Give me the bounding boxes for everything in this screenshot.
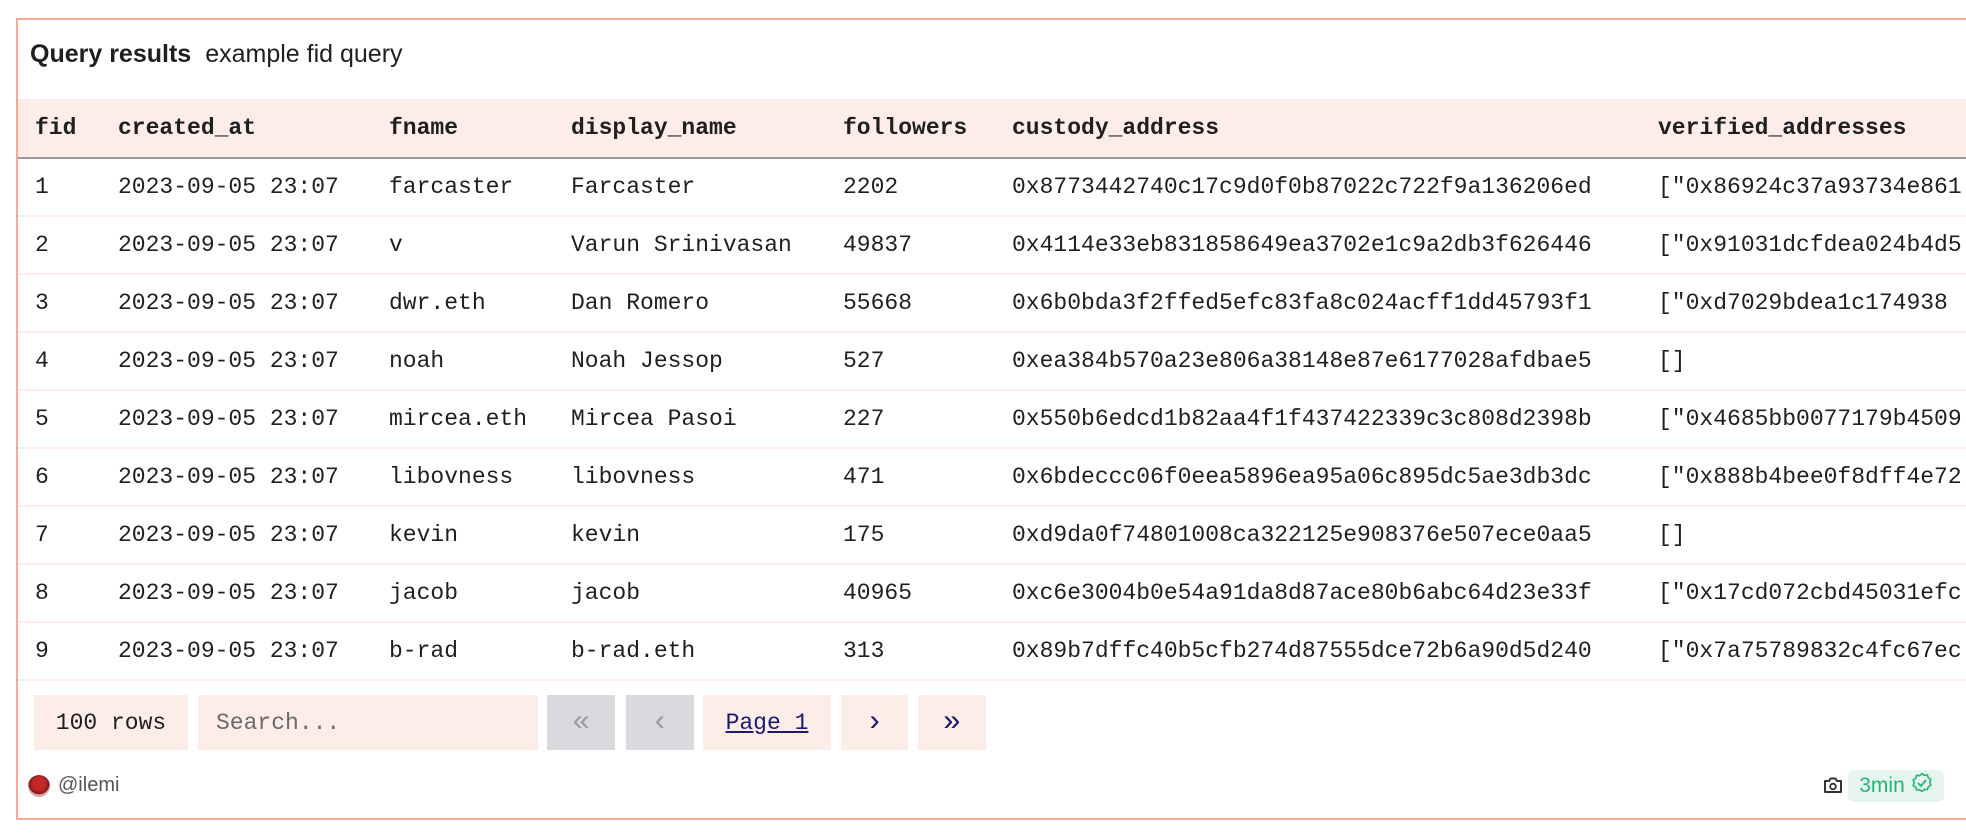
camera-icon[interactable]	[1823, 776, 1843, 799]
first-page-button[interactable]: «	[547, 695, 615, 750]
table-row: 8 2023-09-05 23:07 jacob jacob 40965 0xc6e300…	[18, 564, 1966, 622]
cell-fid: 4	[35, 348, 49, 374]
cell-verified-addresses: []	[1658, 522, 1686, 548]
author-link[interactable]: @ilemi	[28, 774, 119, 797]
cell-fname: mircea.eth	[389, 406, 528, 432]
cell-display-name: jacob	[571, 580, 641, 606]
cell-custody-address: 0x550b6edcd1b82aa4f1f437422339c3c808d239…	[1012, 406, 1592, 432]
cell-verified-addresses: ["0x888b4bee0f8dff4e72	[1658, 464, 1962, 490]
cell-verified-addresses: []	[1658, 348, 1686, 374]
cell-verified-addresses: ["0x17cd072cbd45031efc	[1658, 580, 1962, 606]
column-header-fname[interactable]: fname	[372, 99, 554, 158]
cell-custody-address: 0x6bdeccc06f0eea5896ea95a06c895dc5ae3db3…	[1012, 464, 1592, 490]
cell-followers: 49837	[843, 232, 913, 258]
cell-fid: 9	[35, 638, 49, 664]
cell-followers: 2202	[843, 174, 899, 200]
table-row: 3 2023-09-05 23:07 dwr.eth Dan Romero 55668 0…	[18, 274, 1966, 332]
cell-created-at: 2023-09-05 23:07	[118, 290, 339, 316]
cell-fname: noah	[389, 348, 445, 374]
cell-followers: 40965	[843, 580, 913, 606]
cell-followers: 313	[843, 638, 885, 664]
cell-custody-address: 0x6b0bda3f2ffed5efc83fa8c024acff1dd45793…	[1012, 290, 1592, 316]
panel-header: Query results example fid query	[30, 40, 403, 69]
cell-verified-addresses: ["0x91031dcfdea024b4d5	[1658, 232, 1962, 258]
cell-followers: 175	[843, 522, 885, 548]
table-row: 6 2023-09-05 23:07 libovness libovness 471 0x…	[18, 448, 1966, 506]
refresh-status-badge[interactable]: 3min	[1848, 770, 1944, 802]
cell-fid: 3	[35, 290, 49, 316]
cell-followers: 527	[843, 348, 885, 374]
cell-fid: 2	[35, 232, 49, 258]
cell-fid: 1	[35, 174, 49, 200]
table-row: 9 2023-09-05 23:07 b-rad b-rad.eth 313 0x89b7…	[18, 622, 1966, 680]
table-row: 1 2023-09-05 23:07 farcaster Farcaster 2202 0…	[18, 158, 1966, 216]
verified-check-icon	[1911, 772, 1933, 800]
cell-verified-addresses: ["0x7a75789832c4fc67ec	[1658, 638, 1962, 664]
cell-display-name: libovness	[571, 464, 696, 490]
cell-created-at: 2023-09-05 23:07	[118, 174, 339, 200]
query-name: example fid query	[205, 40, 403, 68]
table-row: 4 2023-09-05 23:07 noah Noah Jessop 527 0xea3…	[18, 332, 1966, 390]
query-results-panel: Query results example fid query fid create…	[16, 18, 1966, 820]
panel-title: Query results	[30, 40, 192, 68]
cell-created-at: 2023-09-05 23:07	[118, 348, 339, 374]
cell-followers: 55668	[843, 290, 913, 316]
cell-fname: kevin	[389, 522, 459, 548]
cell-created-at: 2023-09-05 23:07	[118, 522, 339, 548]
cell-created-at: 2023-09-05 23:07	[118, 232, 339, 258]
cell-custody-address: 0x4114e33eb831858649ea3702e1c9a2db3f6264…	[1012, 232, 1592, 258]
cell-custody-address: 0x89b7dffc40b5cfb274d87555dce72b6a90d5d2…	[1012, 638, 1592, 664]
cell-custody-address: 0xc6e3004b0e54a91da8d87ace80b6abc64d23e3…	[1012, 580, 1592, 606]
table-row: 2 2023-09-05 23:07 v Varun Srinivasan 49837 0…	[18, 216, 1966, 274]
cell-fname: libovness	[389, 464, 514, 490]
column-header-custody-address[interactable]: custody_address	[995, 99, 1641, 158]
column-header-created-at[interactable]: created_at	[101, 99, 372, 158]
column-header-display-name[interactable]: display_name	[554, 99, 826, 158]
cell-display-name: Dan Romero	[571, 290, 710, 316]
cell-fid: 7	[35, 522, 49, 548]
cell-created-at: 2023-09-05 23:07	[118, 580, 339, 606]
column-header-verified-addresses[interactable]: verified_addresses	[1641, 99, 1966, 158]
cell-fname: farcaster	[389, 174, 514, 200]
cell-verified-addresses: ["0x4685bb0077179b4509	[1658, 406, 1962, 432]
search-input[interactable]	[198, 695, 538, 750]
cell-custody-address: 0x8773442740c17c9d0f0b87022c722f9a136206…	[1012, 174, 1592, 200]
cell-fid: 8	[35, 580, 49, 606]
cell-display-name: Farcaster	[571, 174, 696, 200]
cell-display-name: Mircea Pasoi	[571, 406, 737, 432]
cell-created-at: 2023-09-05 23:07	[118, 464, 339, 490]
cell-fname: jacob	[389, 580, 459, 606]
cell-created-at: 2023-09-05 23:07	[118, 406, 339, 432]
table-header-row: fid created_at fname display_name followers c…	[18, 99, 1966, 158]
cell-verified-addresses: ["0x86924c37a93734e861	[1658, 174, 1962, 200]
cell-verified-addresses: ["0xd7029bdea1c174938	[1658, 290, 1948, 316]
cell-fname: v	[389, 232, 403, 258]
cell-fid: 6	[35, 464, 49, 490]
refresh-age: 3min	[1859, 774, 1905, 797]
cell-followers: 471	[843, 464, 885, 490]
cell-display-name: Varun Srinivasan	[571, 232, 792, 258]
cell-fname: b-rad	[389, 638, 459, 664]
cell-followers: 227	[843, 406, 885, 432]
author-name: @ilemi	[58, 774, 120, 796]
cell-fid: 5	[35, 406, 49, 432]
cell-fname: dwr.eth	[389, 290, 486, 316]
last-page-button[interactable]: »	[918, 695, 986, 750]
cell-display-name: Noah Jessop	[571, 348, 723, 374]
page-indicator[interactable]: Page 1	[703, 695, 831, 750]
results-table: fid created_at fname display_name followers c…	[18, 99, 1966, 681]
column-header-followers[interactable]: followers	[826, 99, 995, 158]
cell-custody-address: 0xea384b570a23e806a38148e87e6177028afdba…	[1012, 348, 1592, 374]
prev-page-button[interactable]: ‹	[626, 695, 694, 750]
next-page-button[interactable]: ›	[841, 695, 908, 750]
cell-custody-address: 0xd9da0f74801008ca322125e908376e507ece0a…	[1012, 522, 1592, 548]
table-row: 5 2023-09-05 23:07 mircea.eth Mircea Pasoi 2…	[18, 390, 1966, 448]
cell-created-at: 2023-09-05 23:07	[118, 638, 339, 664]
cell-display-name: kevin	[571, 522, 641, 548]
table-row: 7 2023-09-05 23:07 kevin kevin 175 0xd9da0f74…	[18, 506, 1966, 564]
cell-display-name: b-rad.eth	[571, 638, 696, 664]
avatar	[28, 774, 50, 797]
column-header-fid[interactable]: fid	[18, 99, 101, 158]
row-count: 100 rows	[34, 695, 188, 750]
